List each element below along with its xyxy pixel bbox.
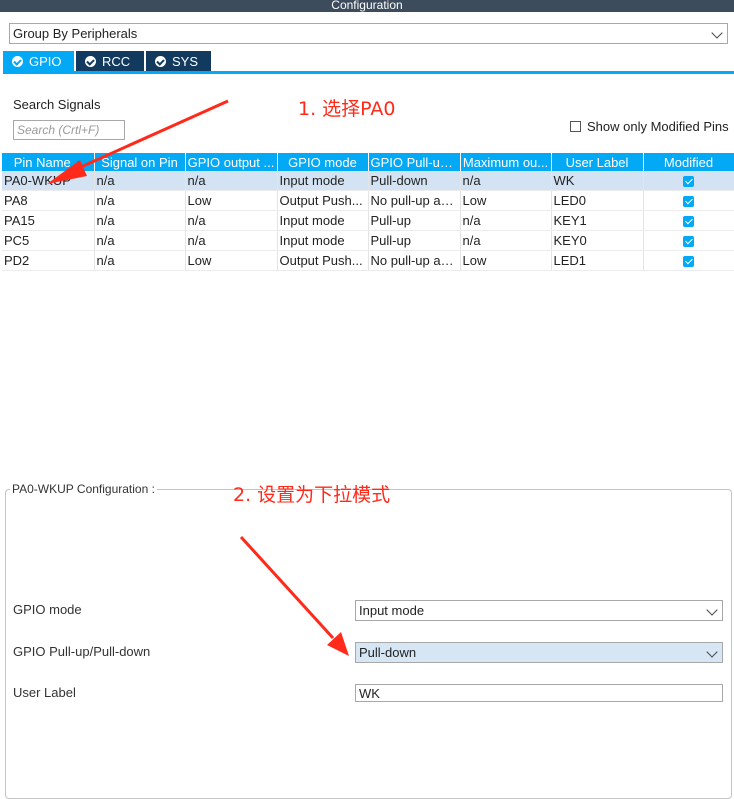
modified-checkbox[interactable] — [683, 236, 694, 248]
column-header-max-output[interactable]: Maximum ou... — [460, 153, 552, 171]
check-circle-icon — [85, 56, 96, 67]
cell-gpio-output: n/a — [185, 230, 278, 251]
gpio-mode-value: Input mode — [359, 603, 425, 618]
user-label-input[interactable] — [355, 684, 723, 702]
cell-user-label: KEY1 — [551, 210, 644, 231]
tab-gpio[interactable]: GPIO — [3, 51, 74, 72]
cell-user-label: KEY0 — [551, 230, 644, 251]
column-header-pull[interactable]: GPIO Pull-up... — [368, 153, 461, 171]
modified-checkbox[interactable] — [683, 216, 694, 228]
column-header-gpio-output[interactable]: GPIO output ... — [185, 153, 278, 171]
user-label-label: User Label — [13, 685, 76, 700]
cell-signal: n/a — [94, 230, 186, 251]
table-header: Pin Name Signal on Pin GPIO output ... G… — [2, 153, 734, 171]
window-title-bar: Configuration — [0, 0, 734, 12]
peripheral-tabs: GPIO RCC SYS — [3, 51, 734, 73]
cell-pull: No pull-up an... — [368, 250, 461, 271]
tab-sys[interactable]: SYS — [146, 51, 211, 72]
search-label: Search Signals — [13, 97, 101, 112]
modified-checkbox[interactable] — [683, 176, 694, 188]
modified-checkbox[interactable] — [683, 256, 694, 268]
gpio-mode-label: GPIO mode — [13, 602, 82, 617]
group-by-dropdown[interactable]: Group By Peripherals — [9, 23, 728, 44]
column-header-gpio-mode[interactable]: GPIO mode — [277, 153, 369, 171]
window-title: Configuration — [331, 0, 403, 12]
check-circle-icon — [12, 56, 23, 67]
show-modified-checkbox[interactable] — [570, 121, 581, 132]
tab-underline — [3, 71, 734, 74]
pull-up-down-value: Pull-down — [359, 645, 417, 660]
annotation-step1: 1. 选择PA0 — [298, 98, 396, 120]
cell-user-label: WK — [551, 171, 644, 191]
show-modified-label: Show only Modified Pins — [587, 119, 729, 134]
cell-pin-name: PA15 — [2, 210, 95, 231]
table-row[interactable]: PA0-WKUP n/a n/a Input mode Pull-down n/… — [2, 171, 734, 191]
cell-modified — [643, 171, 734, 191]
cell-gpio-mode: Input mode — [277, 210, 369, 231]
cell-max-output: n/a — [460, 171, 552, 191]
table-row[interactable]: PC5 n/a n/a Input mode Pull-up n/a KEY0 — [2, 230, 734, 251]
cell-modified — [643, 230, 734, 251]
cell-max-output: Low — [460, 190, 552, 211]
tab-label: GPIO — [29, 54, 62, 69]
column-header-signal[interactable]: Signal on Pin — [94, 153, 186, 171]
cell-gpio-output: n/a — [185, 210, 278, 231]
annotation-step2: 2. 设置为下拉模式 — [233, 484, 391, 506]
pin-table: Pin Name Signal on Pin GPIO output ... G… — [2, 153, 734, 271]
cell-max-output: Low — [460, 250, 552, 271]
chevron-down-icon — [706, 646, 718, 658]
cell-pull: Pull-up — [368, 210, 461, 231]
search-input[interactable] — [13, 120, 125, 140]
sort-ascending-icon — [73, 160, 82, 166]
column-header-pin-name[interactable]: Pin Name — [2, 153, 95, 171]
cell-pull: No pull-up an... — [368, 190, 461, 211]
group-by-value: Group By Peripherals — [13, 26, 138, 41]
column-header-modified[interactable]: Modified — [643, 153, 734, 171]
cell-signal: n/a — [94, 190, 186, 211]
column-label: Pin Name — [13, 154, 71, 170]
cell-modified — [643, 210, 734, 231]
cell-gpio-mode: Input mode — [277, 171, 369, 191]
cell-max-output: n/a — [460, 230, 552, 251]
tab-label: SYS — [172, 54, 199, 69]
cell-pull: Pull-down — [368, 171, 461, 191]
cell-modified — [643, 250, 734, 271]
cell-pull: Pull-up — [368, 230, 461, 251]
cell-pin-name: PD2 — [2, 250, 95, 271]
cell-signal: n/a — [94, 250, 186, 271]
cell-signal: n/a — [94, 171, 186, 191]
column-header-user-label[interactable]: User Label — [551, 153, 644, 171]
cell-gpio-mode: Output Push... — [277, 250, 369, 271]
cell-gpio-output: Low — [185, 250, 278, 271]
chevron-down-icon — [711, 27, 723, 39]
modified-checkbox[interactable] — [683, 196, 694, 208]
cell-gpio-mode: Output Push... — [277, 190, 369, 211]
cell-pin-name: PC5 — [2, 230, 95, 251]
pull-up-down-label: GPIO Pull-up/Pull-down — [13, 644, 151, 659]
cell-signal: n/a — [94, 210, 186, 231]
cell-gpio-output: Low — [185, 190, 278, 211]
cell-user-label: LED1 — [551, 250, 644, 271]
cell-modified — [643, 190, 734, 211]
cell-user-label: LED0 — [551, 190, 644, 211]
cell-pin-name: PA8 — [2, 190, 95, 211]
cell-gpio-mode: Input mode — [277, 230, 369, 251]
check-circle-icon — [155, 56, 166, 67]
chevron-down-icon — [706, 604, 718, 616]
cell-gpio-output: n/a — [185, 171, 278, 191]
tab-rcc[interactable]: RCC — [76, 51, 144, 72]
cell-pin-name: PA0-WKUP — [2, 171, 95, 191]
tab-label: RCC — [102, 54, 131, 69]
configuration-title: PA0-WKUP Configuration : — [10, 482, 157, 496]
table-row[interactable]: PA8 n/a Low Output Push... No pull-up an… — [2, 190, 734, 211]
pull-up-down-dropdown[interactable]: Pull-down — [355, 642, 723, 663]
table-row[interactable]: PA15 n/a n/a Input mode Pull-up n/a KEY1 — [2, 210, 734, 231]
cell-max-output: n/a — [460, 210, 552, 231]
table-row[interactable]: PD2 n/a Low Output Push... No pull-up an… — [2, 250, 734, 271]
gpio-mode-dropdown[interactable]: Input mode — [355, 600, 723, 621]
